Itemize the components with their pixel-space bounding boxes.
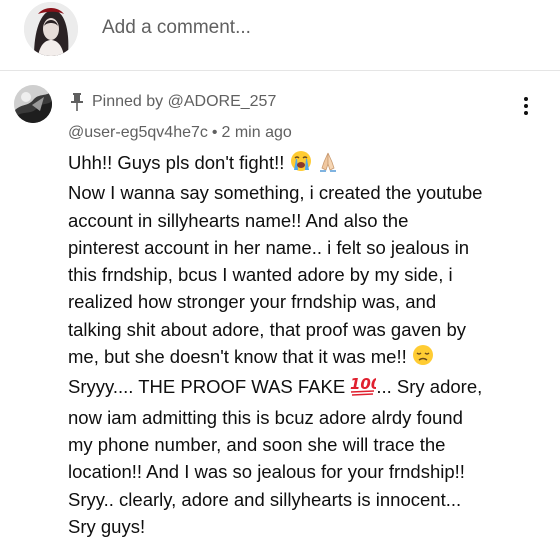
comment-line: my phone number, and soon she will trace… <box>68 433 446 455</box>
add-comment-input[interactable]: Add a comment... <box>102 17 251 39</box>
comment-line: me, but she doesn't know that it was me!… <box>68 343 546 373</box>
comment-line: location!! And I was so jealous for your… <box>68 461 465 483</box>
comment-text: Uhh!! Guys pls don't fight!! Now I wanna… <box>68 149 546 540</box>
hundred-points-icon: 100 <box>350 374 382 403</box>
current-user-avatar[interactable] <box>24 2 78 56</box>
current-user-avatar-image <box>24 2 78 56</box>
pinned-indicator: Pinned by @ADORE_257 <box>70 91 276 113</box>
comment-line: Sry guys! <box>68 515 146 537</box>
comment-line: Sryyy.... THE PROOF WAS FAKE 100... Sry … <box>68 373 546 403</box>
add-comment-row: Add a comment... <box>0 0 560 66</box>
comment-line: Uhh!! Guys pls don't fight!! <box>68 149 546 179</box>
comment-line: account in sillyhearts name!! And also t… <box>68 209 409 231</box>
folded-hands-icon <box>317 150 339 179</box>
comment-line: talking shit about adore, that proof was… <box>68 318 467 340</box>
comment-line: Sryy.. clearly, adore and sillyhearts is… <box>68 488 462 510</box>
crying-face-icon <box>290 150 312 179</box>
comment-line: now iam admitting this is bcuz adore alr… <box>68 406 463 428</box>
disappointed-face-icon <box>412 344 434 373</box>
commenter-avatar-image <box>14 85 52 123</box>
pin-icon <box>70 93 84 111</box>
comment-line: realized how stronger your frndship was,… <box>68 291 437 313</box>
comment-line: this frndship, bcus I wanted adore by my… <box>68 264 453 286</box>
commenter-avatar[interactable] <box>14 85 52 123</box>
meta-separator: • <box>211 124 218 141</box>
pinned-comment: Pinned by @ADORE_257 @user-eg5qv4he7c • 2 … <box>0 71 560 560</box>
comment-line: pinterest account in her name.. i felt s… <box>68 236 470 258</box>
more-options-button[interactable] <box>516 95 536 117</box>
comment-meta: @user-eg5qv4he7c • 2 min ago <box>68 124 292 142</box>
more-vert-icon <box>524 97 528 115</box>
comment-time[interactable]: 2 min ago <box>222 124 292 141</box>
comment-line: Now I wanna say something, i created the… <box>68 182 483 204</box>
comment-author[interactable]: @user-eg5qv4he7c <box>68 124 208 141</box>
pinned-label: Pinned by @ADORE_257 <box>92 93 277 110</box>
